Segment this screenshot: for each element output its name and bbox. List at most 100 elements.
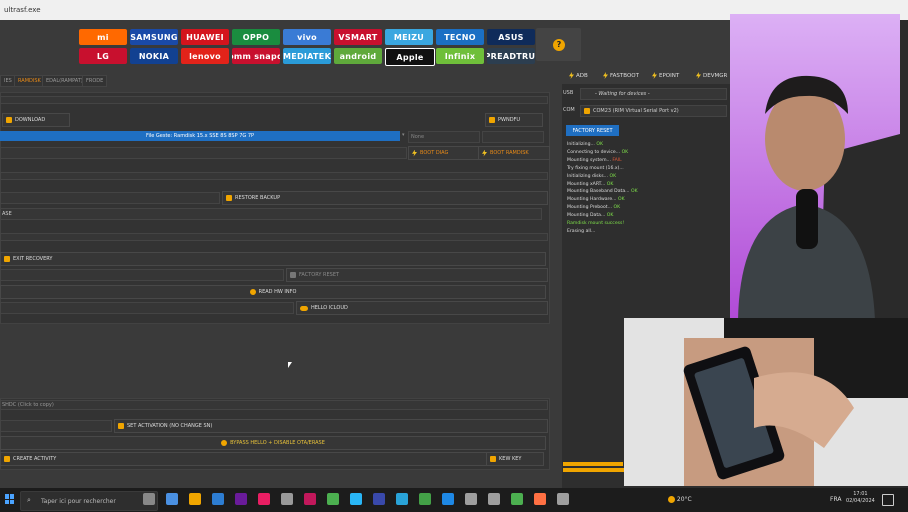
- log-status: OK: [630, 189, 638, 195]
- log-text: Initializing disks...: [567, 173, 610, 179]
- brand-mi-button[interactable]: mi: [79, 29, 127, 45]
- log-line: Ramdisk mount success!: [567, 221, 624, 226]
- read-hw-info-label: READ HW INFO: [258, 289, 297, 295]
- log-line: Try fixing mount (16.x)...: [567, 166, 624, 171]
- create-activity-button[interactable]: CREATE ACTIVITY: [0, 452, 488, 466]
- apple-icon: [249, 289, 256, 295]
- brand-huawei-button[interactable]: HUAWEI: [181, 29, 229, 45]
- tab-ramdisk[interactable]: RAMDISK: [14, 75, 45, 87]
- brand-asus-button[interactable]: ASUS: [487, 29, 535, 45]
- version-select[interactable]: [482, 131, 544, 143]
- edl-label: EPOINT: [659, 72, 680, 79]
- brand-tecno-button[interactable]: TECNO: [436, 29, 484, 45]
- brand-infinix-button[interactable]: Infinix: [436, 48, 484, 64]
- brand-mediatek-button[interactable]: MEDIATEK: [283, 48, 331, 64]
- brand-spreadtrum-button[interactable]: SPREADTRUM: [487, 48, 535, 64]
- app-taskbar-icon[interactable]: [557, 493, 569, 505]
- brand-nokia-button[interactable]: NOKIA: [130, 48, 178, 64]
- chrome-taskbar-icon[interactable]: [511, 493, 523, 505]
- after-effects-taskbar-icon[interactable]: [258, 493, 270, 505]
- log-line: Connecting to device... OK: [567, 150, 628, 155]
- log-line: Initializing... OK: [567, 142, 603, 147]
- help-button[interactable]: ?: [536, 28, 581, 61]
- download-button[interactable]: DOWNLOAD: [2, 113, 70, 127]
- download-icon: [6, 117, 12, 123]
- adb-label: ADB: [576, 72, 588, 79]
- brand-qualcomm-snapdragon-button[interactable]: Qualcomm snapdragon: [232, 48, 280, 64]
- pwndfu-button[interactable]: PWNDFU: [485, 113, 543, 127]
- boot-diag-button[interactable]: BOOT DIAG: [408, 146, 481, 160]
- chrome-taskbar-icon[interactable]: [396, 493, 408, 505]
- app-taskbar-icon[interactable]: [304, 493, 316, 505]
- brand-android-button[interactable]: android: [334, 48, 382, 64]
- premiere-taskbar-icon[interactable]: [235, 493, 247, 505]
- telegram-taskbar-icon[interactable]: [373, 493, 385, 505]
- backup-path-field[interactable]: [0, 192, 220, 204]
- create-activity-label: CREATE ACTIVITY: [13, 456, 57, 462]
- hello-icloud-button[interactable]: HELLO ICLOUD: [296, 301, 548, 315]
- file-explorer-taskbar-icon[interactable]: [189, 493, 201, 505]
- app-taskbar-icon[interactable]: [488, 493, 500, 505]
- chrome-taskbar-icon[interactable]: [327, 493, 339, 505]
- pwndfu-label: PWNDFU: [498, 117, 521, 123]
- brand-lg-button[interactable]: LG: [79, 48, 127, 64]
- bypass-hello-button[interactable]: BYPASS HELLO + DISABLE OTA/ERASE: [0, 436, 546, 450]
- set-activation-button[interactable]: SET ACTIVATION (NO CHANGE SN): [114, 419, 548, 433]
- start-button[interactable]: [5, 494, 15, 504]
- boot-ramdisk-button[interactable]: BOOT RAMDISK: [478, 146, 550, 160]
- com-port-select[interactable]: COM23 (RIM Virtual Serial Port v2): [580, 105, 727, 117]
- brand-samsung-button[interactable]: SAMSUNG: [130, 29, 178, 45]
- brand-lenovo-button[interactable]: lenovo: [181, 48, 229, 64]
- factory-reset-button[interactable]: FACTORY RESET: [566, 125, 619, 136]
- log-line: Mounting xART... OK: [567, 182, 613, 187]
- lock-icon: [489, 117, 495, 123]
- read-hw-info-button[interactable]: READ HW INFO: [0, 285, 546, 299]
- log-text: Erasing all...: [567, 228, 596, 234]
- restore-backup-button[interactable]: RESTORE BACKUP: [222, 191, 548, 205]
- adb-button[interactable]: ADB: [569, 72, 588, 79]
- brand-meizu-button[interactable]: MEIZU: [385, 29, 433, 45]
- brand-oppo-button[interactable]: OPPO: [232, 29, 280, 45]
- bolt-icon: [569, 72, 574, 79]
- brand-apple-button[interactable]: Apple: [385, 48, 435, 66]
- app-taskbar-icon[interactable]: [442, 493, 454, 505]
- app-taskbar-icon[interactable]: [350, 493, 362, 505]
- reset-field[interactable]: [0, 269, 284, 281]
- exit-recovery-button[interactable]: EXIT RECOVERY: [0, 252, 546, 266]
- ramdisk-file-select[interactable]: File Geste: Ramdisk 15.x SSE 8S 8SP 7G 7…: [0, 131, 400, 141]
- port-icon: [584, 108, 590, 114]
- app-taskbar-icon[interactable]: [419, 493, 431, 505]
- brand-vsmart-button[interactable]: VSMART: [334, 29, 382, 45]
- icloud-field[interactable]: [0, 302, 294, 314]
- usb-status-value: - Waiting for devices -: [595, 91, 650, 97]
- model-select[interactable]: None: [408, 131, 480, 143]
- store-taskbar-icon[interactable]: [212, 493, 224, 505]
- language-indicator[interactable]: FRA: [830, 496, 841, 503]
- clock[interactable]: 17:01 02/04/2024: [846, 491, 875, 505]
- log-line: Erasing all...: [567, 229, 595, 234]
- help-icon: ?: [553, 39, 565, 51]
- app-taskbar-icon[interactable]: [281, 493, 293, 505]
- edge-taskbar-icon[interactable]: [166, 493, 178, 505]
- fastboot-button[interactable]: FASTBOOT: [603, 72, 639, 79]
- notification-icon[interactable]: [882, 494, 894, 506]
- taskbar-search[interactable]: ⌕ Taper ici pour rechercher: [20, 491, 158, 511]
- devmode-button[interactable]: DEVMGR: [696, 72, 727, 79]
- activation-field[interactable]: [0, 420, 112, 432]
- edl-button[interactable]: EPOINT: [652, 72, 679, 79]
- key-button[interactable]: KEW KEY: [486, 452, 544, 466]
- app-taskbar-icon[interactable]: [465, 493, 477, 505]
- task-view-taskbar-icon[interactable]: [143, 493, 155, 505]
- copy-header[interactable]: SHDC (Click to copy): [0, 400, 548, 410]
- clock-time: 17:01: [853, 491, 868, 497]
- tab-edal[interactable]: EDAL(RAMPAT): [42, 75, 87, 87]
- boot-diag-label: BOOT DIAG: [420, 150, 449, 156]
- weather-widget[interactable]: 20°C: [668, 496, 692, 503]
- factory-reset-main-button[interactable]: FACTORY RESET: [286, 268, 548, 282]
- search-icon: ⌕: [27, 496, 31, 504]
- app-taskbar-icon[interactable]: [534, 493, 546, 505]
- sun-icon: [668, 496, 675, 503]
- dropdown-arrow-icon[interactable]: ▾: [402, 132, 405, 138]
- tab-frode[interactable]: FRODE: [82, 75, 108, 87]
- brand-vivo-button[interactable]: vivo: [283, 29, 331, 45]
